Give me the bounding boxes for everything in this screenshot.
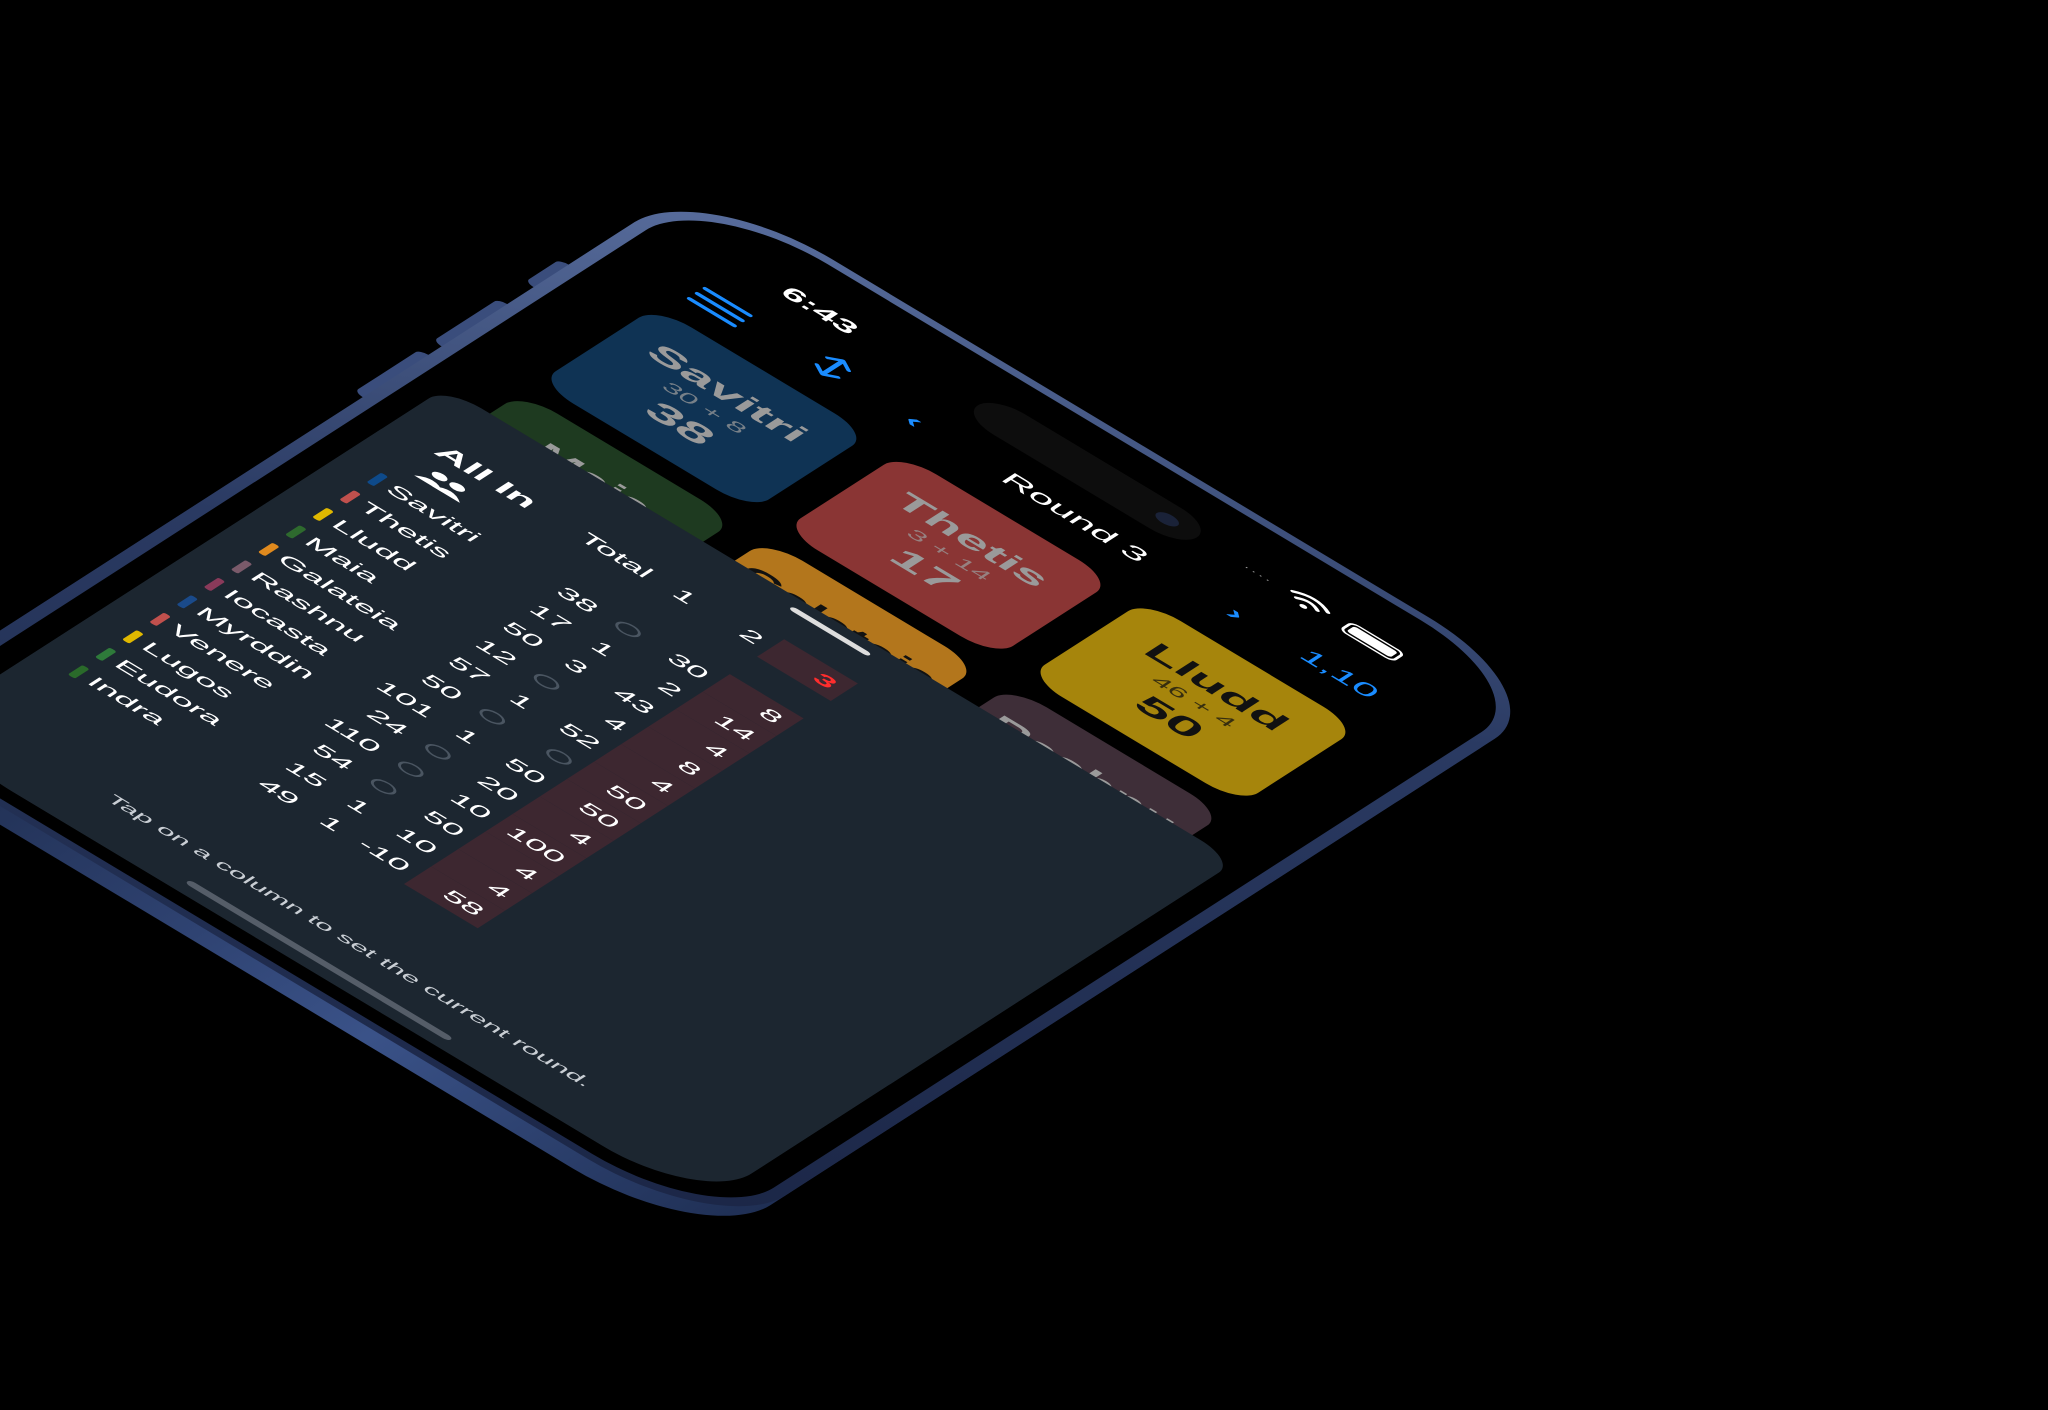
- empty-score-icon: [611, 618, 646, 640]
- player-color-stripe: [149, 612, 172, 627]
- empty-score-icon: [366, 776, 401, 798]
- empty-score-icon: [393, 758, 429, 780]
- camera-icon: [1151, 509, 1183, 529]
- cellular-signal-icon: ····: [1240, 562, 1277, 586]
- screen: 6:43 ···· ‹ Round 3 › 1,10 Savitri 30 + …: [0, 212, 1508, 1206]
- player-color-stripe: [94, 647, 117, 662]
- phone-frame: 6:43 ···· ‹ Round 3 › 1,10 Savitri 30 + …: [0, 180, 1561, 1238]
- player-color-stripe: [176, 594, 199, 609]
- empty-score-icon: [475, 706, 510, 728]
- player-color-stripe: [257, 542, 280, 557]
- phone: 6:43 ···· ‹ Round 3 › 1,10 Savitri 30 + …: [0, 180, 1561, 1248]
- device-scene: 6:43 ···· ‹ Round 3 › 1,10 Savitri 30 + …: [0, 0, 2048, 1410]
- empty-score-icon: [529, 671, 564, 693]
- bezel: 6:43 ···· ‹ Round 3 › 1,10 Savitri 30 + …: [0, 191, 1543, 1227]
- empty-score-icon: [542, 746, 577, 768]
- player-color-stripe: [122, 629, 144, 644]
- player-color-stripe: [203, 577, 226, 592]
- player-color-stripe: [366, 472, 389, 487]
- player-color-stripe: [312, 507, 335, 522]
- wifi-icon: [1290, 589, 1331, 614]
- empty-score-icon: [420, 741, 456, 763]
- next-round-button[interactable]: ›: [1217, 602, 1254, 625]
- arrow-up-down-icon[interactable]: [803, 349, 863, 386]
- previous-round-button[interactable]: ‹: [896, 409, 933, 432]
- home-indicator: [184, 879, 454, 1042]
- player-color-stripe: [230, 559, 253, 574]
- battery-level: [1346, 626, 1399, 658]
- player-color-stripe: [67, 664, 90, 679]
- player-color-stripe: [284, 525, 307, 539]
- player-color-stripe: [339, 490, 362, 504]
